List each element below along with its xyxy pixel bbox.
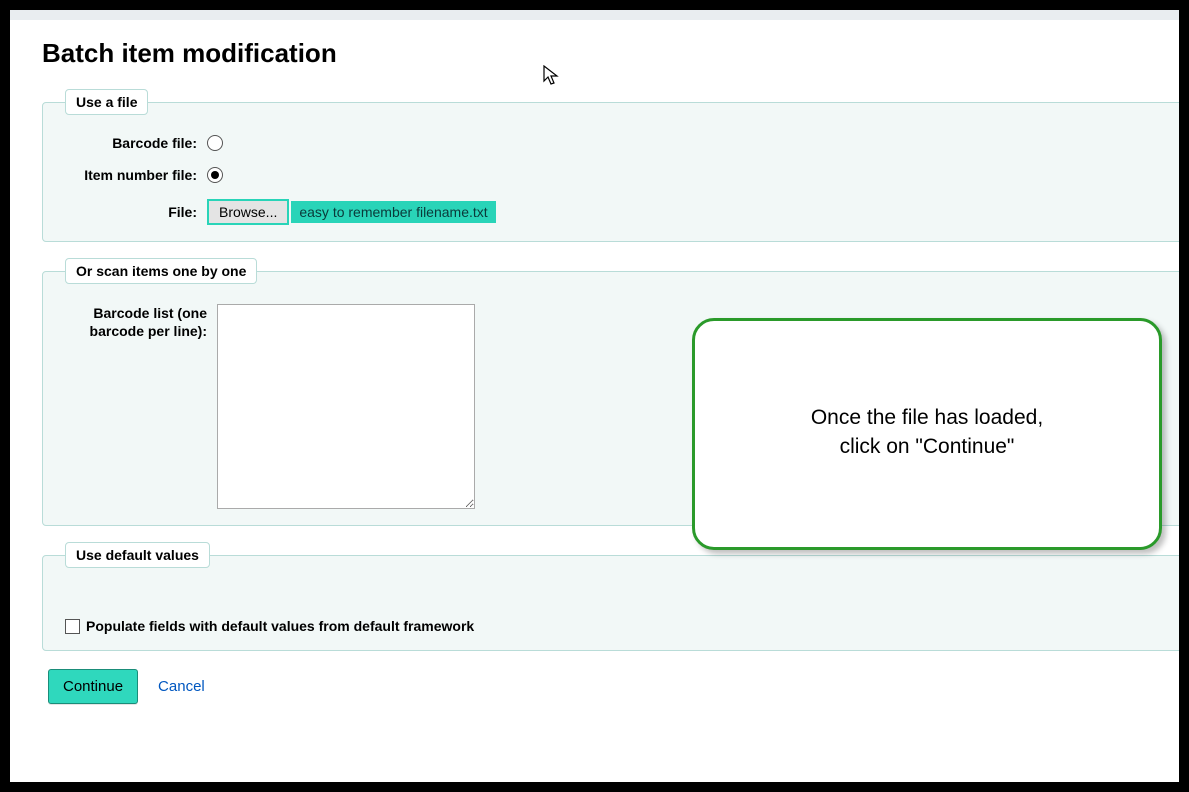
tutorial-callout: Once the file has loaded, click on "Cont… (692, 318, 1162, 550)
radio-barcode-file[interactable] (207, 135, 223, 151)
legend-use-a-file: Use a file (65, 89, 148, 115)
fieldset-default-values: Use default values Populate fields with … (42, 542, 1179, 651)
radio-item-number-file-checked-icon (211, 171, 219, 179)
top-band (10, 10, 1179, 20)
label-populate-defaults: Populate fields with default values from… (86, 618, 474, 634)
barcode-list-textarea[interactable] (217, 304, 475, 509)
callout-line-2: click on "Continue" (840, 435, 1015, 458)
page-title: Batch item modification (42, 38, 1179, 69)
tutorial-callout-text: Once the file has loaded, click on "Cont… (811, 403, 1043, 462)
row-item-number-file: Item number file: (57, 167, 1169, 183)
label-barcode-file: Barcode file: (57, 135, 207, 151)
browse-button[interactable]: Browse... (207, 199, 289, 225)
label-file: File: (57, 204, 207, 220)
selected-filename: easy to remember filename.txt (291, 201, 495, 223)
label-item-number-file: Item number file: (57, 167, 207, 183)
radio-item-number-file[interactable] (207, 167, 223, 183)
continue-button[interactable]: Continue (48, 669, 138, 704)
legend-scan-items: Or scan items one by one (65, 258, 257, 284)
checkbox-populate-defaults[interactable] (65, 619, 80, 634)
label-barcode-list: Barcode list (one barcode per line): (57, 304, 217, 340)
row-populate-defaults: Populate fields with default values from… (65, 618, 1169, 634)
cancel-link[interactable]: Cancel (158, 678, 205, 695)
actions-row: Continue Cancel (42, 669, 1179, 704)
callout-line-1: Once the file has loaded, (811, 406, 1043, 429)
legend-default-values: Use default values (65, 542, 210, 568)
row-barcode-file: Barcode file: (57, 135, 1169, 151)
fieldset-use-a-file: Use a file Barcode file: Item number fil… (42, 89, 1179, 242)
page-container: Batch item modification Use a file Barco… (10, 10, 1179, 782)
row-file: File: Browse... easy to remember filenam… (57, 199, 1169, 225)
